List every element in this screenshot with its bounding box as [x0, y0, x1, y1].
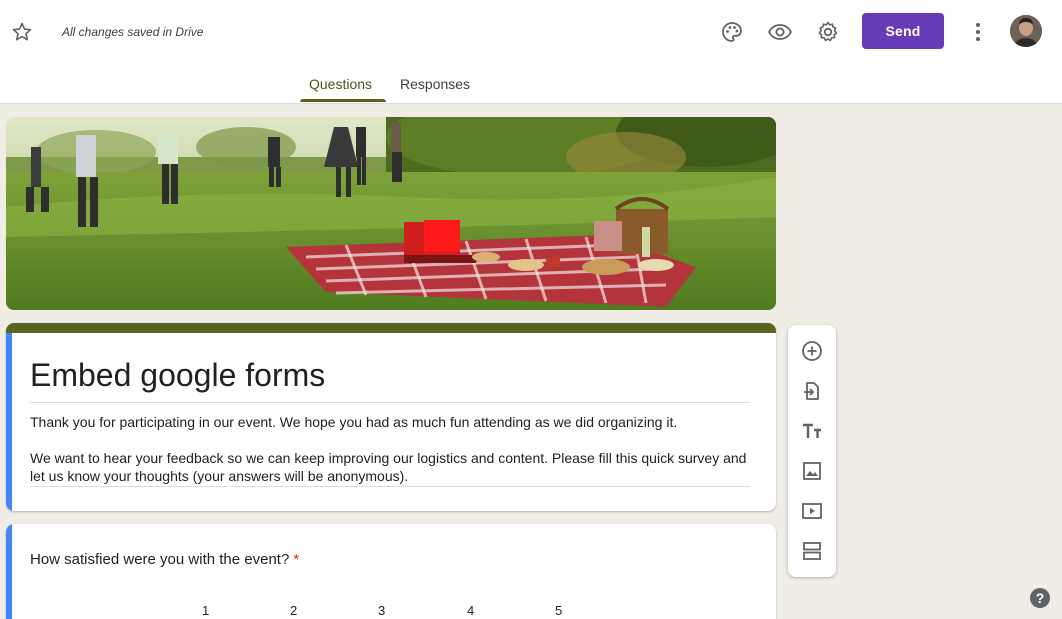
- import-questions-icon[interactable]: [800, 379, 824, 403]
- tab-questions[interactable]: Questions: [309, 76, 372, 92]
- scale-label-3: 3: [378, 603, 386, 618]
- active-tab-indicator: [300, 99, 386, 102]
- form-description-paragraph-2[interactable]: We want to hear your feedback so we can …: [30, 449, 754, 485]
- divider: [30, 402, 750, 403]
- scale-label-2: 2: [290, 603, 298, 618]
- save-status: All changes saved in Drive: [62, 25, 204, 39]
- add-question-icon[interactable]: [800, 339, 824, 363]
- add-title-icon[interactable]: [800, 419, 824, 443]
- add-video-icon[interactable]: [800, 499, 824, 523]
- add-section-icon[interactable]: [800, 539, 824, 563]
- scale-label-1: 1: [202, 603, 210, 618]
- active-card-indicator: [6, 524, 12, 619]
- theme-color-bar: [6, 323, 776, 333]
- avatar[interactable]: [1010, 15, 1042, 47]
- form-title[interactable]: Embed google forms: [30, 357, 325, 394]
- more-vert-icon[interactable]: [966, 18, 990, 46]
- form-title-card: Embed google forms Thank you for partici…: [6, 323, 776, 511]
- required-asterisk: *: [293, 551, 300, 568]
- question-title[interactable]: How satisfied were you with the event? *: [30, 551, 299, 568]
- question-card[interactable]: How satisfied were you with the event? * …: [6, 524, 776, 619]
- scale-label-5: 5: [555, 603, 563, 618]
- star-icon[interactable]: [10, 20, 34, 44]
- eye-icon[interactable]: [766, 18, 794, 46]
- gear-icon[interactable]: [814, 18, 842, 46]
- palette-icon[interactable]: [718, 18, 746, 46]
- header-banner-image: [6, 117, 776, 310]
- question-text: How satisfied were you with the event?: [30, 551, 290, 568]
- send-button[interactable]: Send: [862, 13, 944, 49]
- side-toolbar: [788, 325, 836, 577]
- app-header: All changes saved in Drive Send Question…: [0, 0, 1062, 104]
- divider: [30, 486, 750, 487]
- scale-label-4: 4: [467, 603, 475, 618]
- add-image-icon[interactable]: [800, 459, 824, 483]
- form-description-paragraph-1[interactable]: Thank you for participating in our event…: [30, 413, 754, 431]
- tab-responses[interactable]: Responses: [400, 76, 470, 92]
- help-button[interactable]: ?: [1030, 588, 1050, 608]
- active-card-indicator: [6, 333, 12, 511]
